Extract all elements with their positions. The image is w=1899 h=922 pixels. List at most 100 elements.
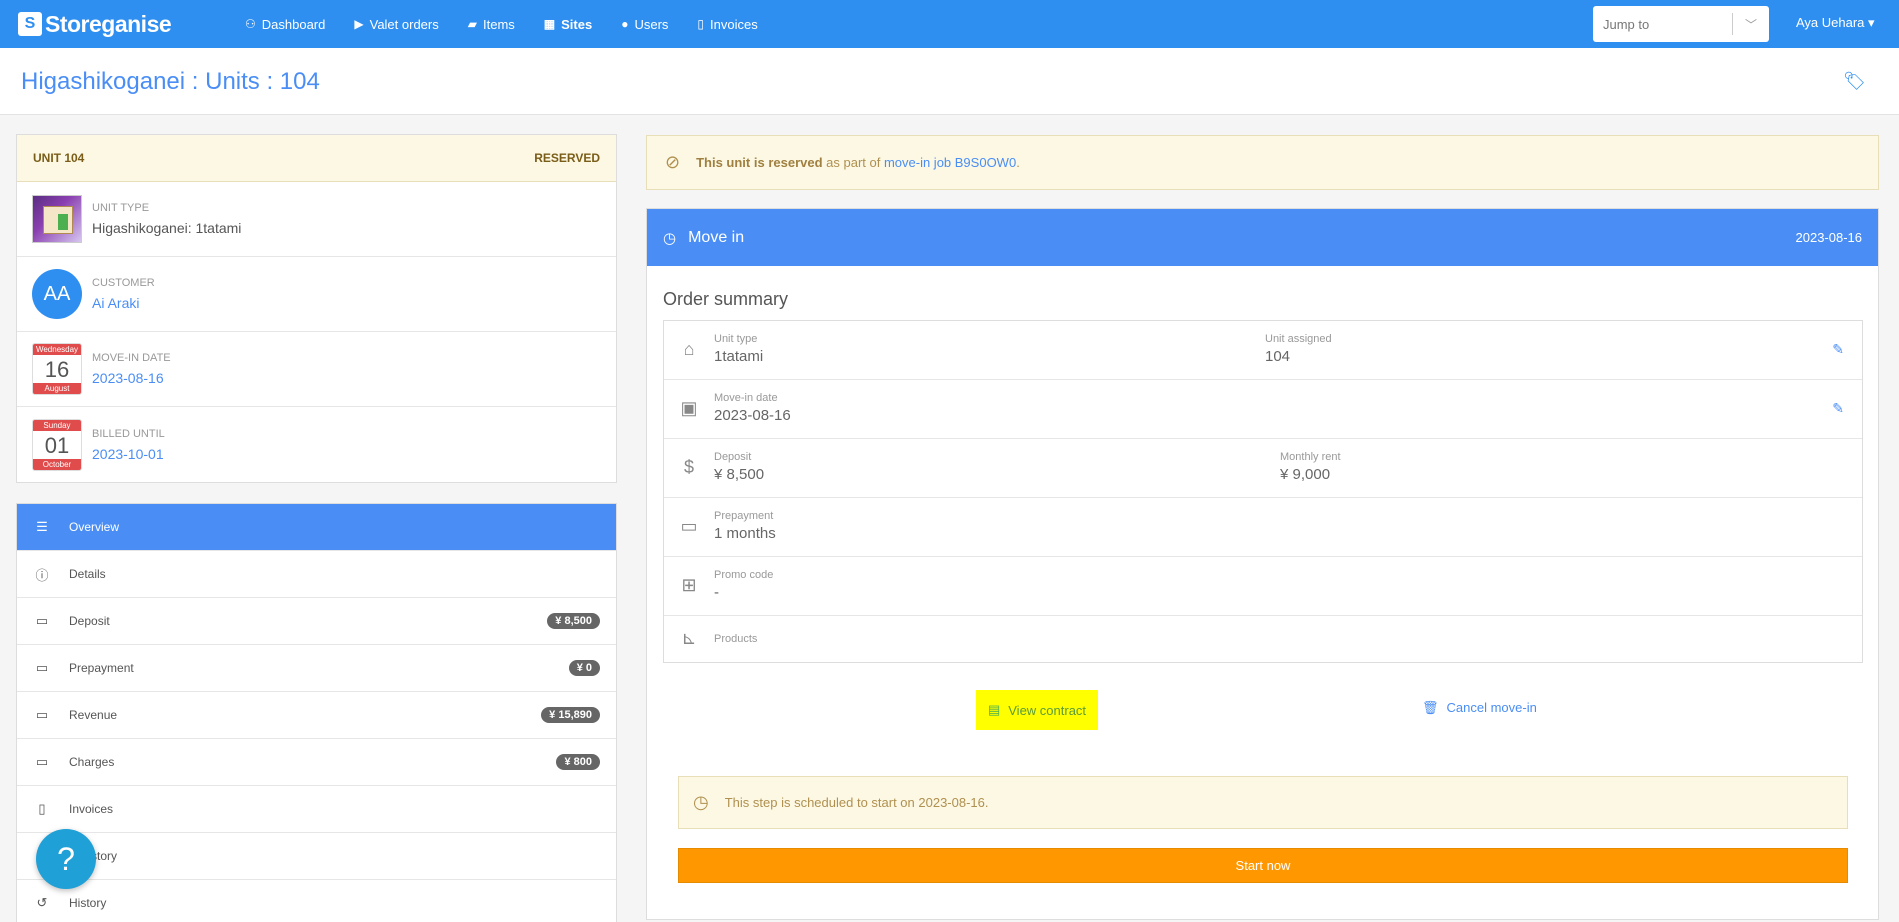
unit-type-label: UNIT TYPE	[92, 202, 150, 214]
unit-type-row: UNIT TYPE Higashikoganei: 1tatami	[17, 182, 616, 257]
customer-link[interactable]: Ai Araki	[92, 295, 155, 311]
building-icon: ▦	[543, 17, 556, 31]
movein-date-row: Wednesday 16 August MOVE-IN DATE 2023-08…	[17, 332, 616, 407]
summary-unit-type: 1tatami	[714, 348, 764, 365]
menu-prepayment[interactable]: ▭ Prepayment ¥ 0	[17, 645, 616, 692]
gift-icon: ⊞	[681, 575, 697, 595]
clock-icon: ◷	[693, 792, 709, 812]
money-icon: ▭	[35, 613, 49, 628]
cancel-movein-button[interactable]: 🗑 Cancel move-in	[1422, 700, 1537, 716]
charges-badge: ¥ 800	[556, 754, 600, 770]
chevron-down-icon[interactable]: ﹀	[1733, 16, 1769, 33]
person-slash-icon: ⊘	[665, 152, 681, 172]
menu-charges[interactable]: ▭ Charges ¥ 800	[17, 739, 616, 786]
unit-type-value: Higashikoganei: 1tatami	[92, 220, 242, 236]
checklist-icon: ☰	[36, 519, 48, 534]
step-scheduled-alert: ◷ This step is scheduled to start on 202…	[678, 776, 1848, 829]
menu-invoices[interactable]: ▯ Invoices	[17, 786, 616, 833]
trash-icon: 🗑	[1422, 700, 1439, 715]
box-icon: ▰	[467, 17, 477, 31]
deposit-badge: ¥ 8,500	[547, 613, 600, 629]
warehouse-icon: ⌂	[683, 339, 695, 359]
menu-revenue[interactable]: ▭ Revenue ¥ 15,890	[17, 692, 616, 739]
user-icon: ●	[621, 17, 629, 31]
billed-until-row: Sunday 01 October BILLED UNTIL 2023-10-0…	[17, 407, 616, 482]
nav-items[interactable]: ▰ Items	[468, 17, 515, 32]
billed-until-link[interactable]: 2023-10-01	[92, 446, 165, 462]
dollar-icon: $	[683, 457, 694, 477]
avatar: AA	[32, 269, 82, 319]
revenue-badge: ¥ 15,890	[541, 707, 600, 723]
user-menu[interactable]: Aya Uehara ▾	[1796, 15, 1875, 31]
movein-job-link[interactable]: move-in job B9S0OW0	[884, 155, 1016, 170]
file-pdf-icon: ▤	[987, 702, 1001, 717]
menu-history[interactable]: ↺ History	[17, 880, 616, 922]
menu-overview[interactable]: ☰ Overview	[17, 504, 616, 551]
invoice-icon: ▯	[38, 801, 46, 816]
movein-header-date: 2023-08-16	[1795, 230, 1863, 245]
menu-rental-history[interactable]: ⚇al history	[17, 833, 616, 880]
calendar-icon: Wednesday 16 August	[32, 343, 82, 395]
jump-to-select[interactable]: Jump to ﹀	[1593, 6, 1769, 42]
customer-label: CUSTOMER	[92, 277, 155, 289]
summary-products-label: Products	[714, 633, 758, 645]
money-icon: ▭	[35, 660, 49, 675]
nav-sites[interactable]: ▦ Sites	[544, 17, 592, 32]
products-summary-row: ⊾ Products	[664, 616, 1862, 662]
unit-card-header: UNIT 104 RESERVED	[17, 135, 616, 182]
summary-promo-code: -	[714, 584, 719, 601]
file-icon: ▯	[697, 17, 705, 31]
movein-title: Move in	[688, 228, 745, 246]
calendar-icon: Sunday 01 October	[32, 418, 82, 471]
customer-row: AA CUSTOMER Ai Araki	[17, 257, 616, 332]
movein-date-link[interactable]: 2023-08-16	[92, 370, 171, 386]
credit-card-icon: ▭	[680, 516, 698, 536]
menu-details[interactable]: ⓘ Details	[17, 551, 616, 598]
summary-deposit: ¥ 8,500	[714, 466, 765, 483]
nav-menu: ⚇ Dashboard ▶ Valet orders ▰ Items ▦ Sites ●…	[245, 17, 787, 32]
calendar-icon: ▣	[680, 398, 698, 418]
nav-dashboard[interactable]: ⚇ Dashboard	[245, 17, 325, 32]
order-summary-table: ⌂ Unit type 1tatami Unit assigned 104 ✎ …	[663, 320, 1863, 663]
title-bar: Higashikoganei : Units : 104 🏷	[0, 48, 1899, 115]
movein-header: ◷ Move in 2023-08-16	[647, 209, 1878, 266]
history-icon: ↺	[36, 895, 48, 910]
brand-logo[interactable]: S Storeganise	[18, 11, 228, 38]
menu-deposit[interactable]: ▭ Deposit ¥ 8,500	[17, 598, 616, 645]
deposit-summary-row: $ Deposit ¥ 8,500 Monthly rent ¥ 9,000	[664, 439, 1862, 498]
info-icon: ⓘ	[35, 567, 49, 583]
summary-unit-assigned: 104	[1265, 348, 1291, 365]
unit-card: UNIT 104 RESERVED UNIT TYPE Higashikogan…	[16, 134, 617, 483]
unit-type-image	[32, 195, 82, 243]
nav-valet-orders[interactable]: ▶ Valet orders	[354, 17, 438, 32]
promo-summary-row: ⊞ Promo code -	[664, 557, 1862, 616]
summary-movein-date: 2023-08-16	[714, 407, 791, 424]
top-navbar: S Storeganise ⚇ Dashboard ▶ Valet orders ▰…	[0, 0, 1899, 48]
tags-icon[interactable]: 🏷	[1843, 71, 1866, 92]
reserved-alert: ⊘ This unit is reserved as part of move-…	[646, 135, 1879, 190]
jump-to-placeholder: Jump to	[1603, 16, 1650, 32]
view-contract-button[interactable]: ▤ View contract	[976, 690, 1098, 730]
dolly-icon: ⊾	[681, 628, 697, 648]
sitemap-icon: ⚇	[245, 17, 256, 31]
summary-prepayment: 1 months	[714, 525, 776, 542]
movein-date-summary-row: ▣ Move-in date 2023-08-16 ✎	[664, 380, 1862, 439]
start-now-button[interactable]: Start now	[678, 848, 1848, 883]
prepayment-badge: ¥ 0	[568, 660, 600, 676]
billed-until-label: BILLED UNTIL	[92, 427, 165, 440]
edit-date-pencil-icon[interactable]: ✎	[1832, 400, 1844, 417]
nav-invoices[interactable]: ▯ Invoices	[697, 17, 757, 32]
unit-type-summary-row: ⌂ Unit type 1tatami Unit assigned 104 ✎	[664, 321, 1862, 380]
unit-side-menu: ☰ Overview ⓘ Details ▭ Deposit ¥ 8,500 ▭ Prep…	[16, 503, 617, 922]
movein-date-label: MOVE-IN DATE	[92, 352, 171, 364]
help-button[interactable]: ?	[36, 829, 96, 889]
order-summary-title: Order summary	[663, 289, 789, 309]
nav-users[interactable]: ● Users	[621, 17, 668, 32]
movein-card: ◷ Move in 2023-08-16 Order summary ⌂ Unit…	[646, 208, 1879, 920]
alert-strong: This unit is reserved	[696, 155, 823, 170]
storeganise-logo-icon: S	[18, 12, 42, 36]
edit-unit-pencil-icon[interactable]: ✎	[1832, 341, 1844, 358]
brand-name: Storeganise	[45, 10, 172, 37]
truck-icon: ▶	[354, 17, 364, 31]
unit-number: UNIT 104	[33, 151, 85, 165]
